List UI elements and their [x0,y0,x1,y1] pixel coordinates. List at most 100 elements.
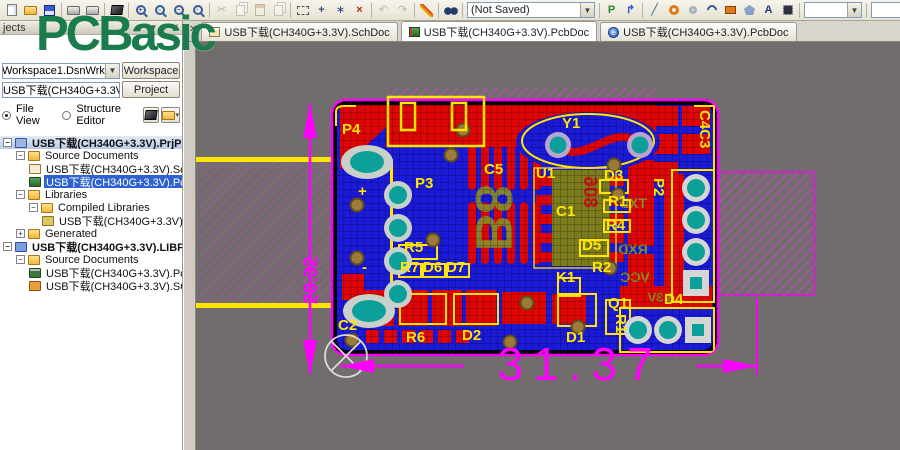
cut-icon: ✂ [216,3,227,16]
select-area-button[interactable] [293,1,312,19]
place-fill-button[interactable] [721,1,740,19]
project-icon [15,137,27,148]
place-pad-icon [668,5,679,15]
tree-item-5[interactable]: − Compiled Libraries [0,201,182,214]
cross-probe-button[interactable]: ↱ [621,1,640,19]
edit-project-icon: P [607,3,616,16]
edit-project-button[interactable]: P [602,1,621,19]
collapse-icon[interactable]: − [29,203,38,212]
tree-item-label: Source Documents [45,149,139,162]
panel-3d-button[interactable] [142,107,160,123]
tree-item-label: USB下载(CH340G+3.3V).SCH [46,280,182,293]
move-selection-button[interactable]: + [312,1,331,19]
tree-item-label: USB下载(CH340G+3.3V).LIBP [32,241,182,254]
folder-icon [28,254,40,265]
save-state-combo[interactable]: (Not Saved) ▼ [467,2,595,18]
place-line-icon: ╱ [651,3,658,16]
tree-item-1[interactable]: − Source Documents [0,149,182,162]
schdoc-icon [29,163,41,174]
tree-item-6[interactable]: USB下载(CH340G+3.3V).In [0,214,182,227]
find-similar-button[interactable] [441,1,460,19]
tab-pcbdoc-2[interactable]: e USB下载(CH340G+3.3V).PcbDoc [600,22,797,41]
toolbar-separator [290,2,291,18]
board-copper: 806 TXD RXD VCC 3.3V B8 [332,100,718,355]
place-pad-button[interactable] [664,1,683,19]
tree-item-2[interactable]: USB下载(CH340G+3.3V).SchD [0,162,182,175]
project-button[interactable]: Project [122,81,180,98]
place-fill-icon [725,6,736,14]
tree-item-label: USB下载(CH340G+3.3V).PrjPc [32,137,182,150]
folder-icon [28,228,40,239]
tab-label: USB下载(CH340G+3.3V).SchDoc [224,27,390,39]
tree-item-8[interactable]: − USB下载(CH340G+3.3V).LIBP [0,240,182,253]
collapse-icon[interactable]: − [16,190,25,199]
tree-item-10[interactable]: USB下载(CH340G+3.3V).Pcbl [0,266,182,279]
highlight-pen-button[interactable] [417,1,436,19]
paste-button[interactable] [250,1,269,19]
collapse-icon[interactable]: − [16,151,25,160]
tree-item-11[interactable]: USB下载(CH340G+3.3V).SCH [0,279,182,292]
snap-to-grid-icon: ∗ [335,3,346,16]
clear-filter-icon: × [356,3,363,16]
project-combo[interactable]: USB下载(CH340G+3.3V).PrjPcb [2,81,120,98]
pcb-canvas[interactable]: 806 TXD RXD VCC 3.3V B8 20.32 31.37 [196,42,900,450]
file-view-label: File View [16,103,40,127]
toolbar-separator [866,2,867,18]
tree-item-label: USB下载(CH340G+3.3V).Pcbl [46,267,182,280]
tree-item-4[interactable]: − Libraries [0,188,182,201]
folder-icon [28,150,40,161]
tree-item-0[interactable]: − USB下载(CH340G+3.3V).PrjPc [0,136,182,149]
workspace-button[interactable]: Workspace [122,62,180,79]
file-view-radio[interactable] [2,110,11,120]
toolbar-separator [438,2,439,18]
tab-pcbdoc[interactable]: USB下载(CH340G+3.3V).PcbDoc [400,21,598,41]
place-polygon-button[interactable] [740,1,759,19]
clear-filter-button[interactable]: × [350,1,369,19]
tree-item-label: USB下载(CH340G+3.3V).PcbD [44,175,182,188]
place-string-button[interactable]: A [759,1,778,19]
tree-item-7[interactable]: + Generated [0,227,182,240]
new-document-button[interactable] [2,1,21,19]
tab-schdoc[interactable]: USB下载(CH340G+3.3V).SchDoc [201,22,398,41]
toolbar-separator [642,2,643,18]
place-arc-icon [704,2,719,18]
highlight-pen-icon [420,3,433,17]
paste-icon [254,4,265,16]
panel-open-button[interactable]: ▾ [161,107,180,123]
redo-button[interactable]: ↷ [393,1,412,19]
toolbar-separator [462,2,463,18]
libpkg-icon [15,241,27,252]
copy-icon [236,4,245,16]
place-component-button[interactable] [778,1,797,19]
place-via-button[interactable] [683,1,702,19]
chevron-down-icon: ▼ [580,3,594,17]
pcb-report-icon: e [608,26,620,38]
undo-button[interactable]: ↶ [374,1,393,19]
collapse-icon[interactable]: − [3,242,12,251]
paste-array-button[interactable] [269,1,288,19]
combo-value: (Not Saved) [471,4,530,16]
toolbar-separator [799,2,800,18]
find-similar-icon [443,4,458,16]
snap-to-grid-button[interactable]: ∗ [331,1,350,19]
net-filter-combo[interactable]: ▼ [804,2,862,18]
place-arc-button[interactable] [702,1,721,19]
cross-probe-icon: ↱ [625,3,636,16]
tree-item-label: Source Documents [45,253,139,266]
open-folder-icon [162,110,176,120]
schlib-icon [29,280,41,291]
place-line-button[interactable]: ╱ [645,1,664,19]
tab-label: USB下载(CH340G+3.3V).PcbDoc [423,26,590,39]
tree-item-9[interactable]: − Source Documents [0,253,182,266]
collapse-icon[interactable]: − [16,255,25,264]
component-filter-combo[interactable]: ▼ [871,2,900,18]
toolbar-separator [599,2,600,18]
expand-icon[interactable]: + [16,229,25,238]
workspace-combo[interactable]: Workspace1.DsnWrk ▼ [2,62,120,79]
structure-editor-radio[interactable] [62,110,72,120]
cut-button[interactable]: ✂ [212,1,231,19]
collapse-icon[interactable]: − [3,138,12,147]
tree-item-3[interactable]: USB下载(CH340G+3.3V).PcbD [0,175,182,188]
panel-splitter[interactable] [183,42,196,450]
copy-button[interactable] [231,1,250,19]
